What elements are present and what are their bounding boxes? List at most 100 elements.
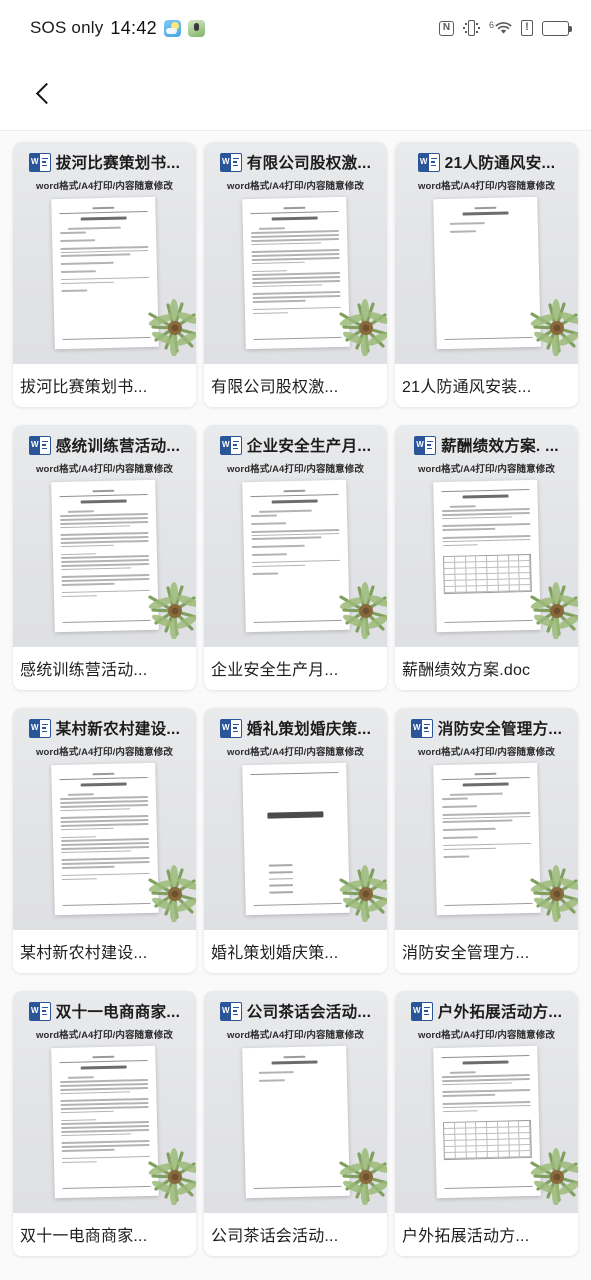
thumb-paragraph — [59, 532, 149, 549]
thumb-paragraph — [442, 1100, 531, 1114]
thumb-title-bar — [271, 499, 318, 505]
nfc-icon — [438, 20, 454, 36]
document-card[interactable]: W 感统训练营活动... word格式/A4打印/内容随意修改 感统训练营活动... — [13, 425, 196, 690]
thumb-paragraph — [252, 306, 341, 317]
document-preview[interactable]: W 感统训练营活动... word格式/A4打印/内容随意修改 — [13, 425, 196, 647]
document-card[interactable]: W 某村新农村建设... word格式/A4打印/内容随意修改 某村新农村建设... — [13, 708, 196, 973]
document-thumbnail — [50, 196, 159, 350]
document-header: W 21人防通风安... — [395, 151, 578, 173]
document-card[interactable]: W 婚礼策划婚庆策... word格式/A4打印/内容随意修改婚礼策划婚庆策... — [204, 708, 387, 973]
status-bar-left: SOS only 14:42 — [30, 18, 205, 39]
thumb-paragraph — [60, 834, 149, 855]
word-icon: W — [219, 1001, 242, 1021]
thumb-paragraph — [61, 589, 150, 600]
document-thumbnail — [432, 196, 541, 350]
thumb-title-bar — [462, 782, 509, 788]
document-filename: 户外拓展活动方... — [395, 1213, 578, 1256]
thumb-paragraph — [250, 1078, 338, 1084]
thumb-paragraph — [59, 245, 148, 259]
document-card[interactable]: W 双十一电商商家... word格式/A4打印/内容随意修改 双十一电商商家... — [13, 991, 196, 1256]
document-thumbnail-wrap — [204, 1045, 387, 1213]
wifi-icon: 6 — [489, 20, 512, 36]
document-title: 拔河比赛策划书... — [55, 155, 181, 172]
document-card[interactable]: W 有限公司股权激... word格式/A4打印/内容随意修改 有限公司股权激... — [204, 142, 387, 407]
document-preview[interactable]: W 拔河比赛策划书... word格式/A4打印/内容随意修改 — [13, 142, 196, 364]
document-preview[interactable]: W 有限公司股权激... word格式/A4打印/内容随意修改 — [204, 142, 387, 364]
document-thumbnail-wrap — [13, 196, 196, 364]
document-title: 企业安全生产月... — [246, 438, 372, 455]
document-card[interactable]: W 21人防通风安... word格式/A4打印/内容随意修改 21人防通风安装... — [395, 142, 578, 407]
battery-icon — [542, 20, 572, 36]
document-preview[interactable]: W 消防安全管理方... word格式/A4打印/内容随意修改 — [395, 708, 578, 930]
document-thumbnail — [241, 762, 350, 916]
thumb-title-bar — [271, 1060, 317, 1066]
document-filename: 感统训练营活动... — [13, 647, 196, 690]
document-card[interactable]: W 消防安全管理方... word格式/A4打印/内容随意修改 消防安全管理方... — [395, 708, 578, 973]
thumb-paragraph — [250, 249, 340, 266]
document-preview[interactable]: W 企业安全生产月... word格式/A4打印/内容随意修改 — [204, 425, 387, 647]
document-card[interactable]: W 公司茶话会活动... word格式/A4打印/内容随意修改 公司茶话会活动... — [204, 991, 387, 1256]
document-filename: 拔河比赛策划书... — [13, 364, 196, 407]
thumb-paragraph — [441, 811, 530, 825]
document-preview[interactable]: W 薪酬绩效方案. ... word格式/A4打印/内容随意修改 — [395, 425, 578, 647]
document-title: 消防安全管理方... — [437, 721, 563, 738]
document-title: 户外拓展活动方... — [437, 1004, 563, 1021]
thumb-paragraph — [250, 226, 339, 247]
document-header: W 婚礼策划婚庆策... — [204, 717, 387, 739]
document-header: W 户外拓展活动方... — [395, 1000, 578, 1022]
document-thumbnail — [50, 479, 159, 633]
document-preview[interactable]: W 公司茶话会活动... word格式/A4打印/内容随意修改 — [204, 991, 387, 1213]
thumb-title-bar — [80, 499, 127, 505]
document-filename: 婚礼策划婚庆策... — [204, 930, 387, 973]
document-filename: 公司茶话会活动... — [204, 1213, 387, 1256]
status-bar-right: 6 — [438, 20, 572, 36]
document-header: W 某村新农村建设... — [13, 717, 196, 739]
document-filename: 薪酬绩效方案.doc — [395, 647, 578, 690]
thumb-paragraph — [60, 857, 150, 870]
thumb-title-bar — [462, 494, 508, 499]
clock-label: 14:42 — [110, 17, 157, 38]
document-subtitle: word格式/A4打印/内容随意修改 — [418, 181, 555, 192]
document-card[interactable]: W 拔河比赛策划书... word格式/A4打印/内容随意修改 拔河比赛策划书... — [13, 142, 196, 407]
thumb-paragraph — [251, 268, 340, 289]
document-preview[interactable]: W 21人防通风安... word格式/A4打印/内容随意修改 — [395, 142, 578, 364]
document-filename: 有限公司股权激... — [204, 364, 387, 407]
thumb-paragraph — [441, 221, 529, 227]
document-title: 感统训练营活动... — [55, 438, 181, 455]
document-subtitle: word格式/A4打印/内容随意修改 — [227, 747, 364, 758]
carrier-label: SOS only — [30, 18, 104, 37]
thumb-paragraph — [59, 792, 148, 813]
app-bar — [0, 56, 591, 131]
document-card[interactable]: W 企业安全生产月... word格式/A4打印/内容随意修改 企业安全生产月... — [204, 425, 387, 690]
vibrate-icon — [462, 20, 480, 36]
document-card[interactable]: W 薪酬绩效方案. ... word格式/A4打印/内容随意修改 薪酬绩效方案.doc — [395, 425, 578, 690]
document-header: W 企业安全生产月... — [204, 434, 387, 456]
thumb-title-bar — [80, 1065, 127, 1071]
thumb-paragraph — [59, 1098, 149, 1115]
document-grid-scroll[interactable]: W 拔河比赛策划书... word格式/A4打印/内容随意修改 拔河比赛策划书... W… — [0, 131, 591, 1280]
wifi-waves-icon — [495, 21, 512, 34]
document-preview[interactable]: W 婚礼策划婚庆策... word格式/A4打印/内容随意修改 — [204, 708, 387, 930]
document-filename: 消防安全管理方... — [395, 930, 578, 973]
thumb-title-bar — [462, 211, 508, 217]
back-button[interactable] — [24, 71, 68, 115]
document-subtitle: word格式/A4打印/内容随意修改 — [418, 747, 555, 758]
document-preview[interactable]: W 某村新农村建设... word格式/A4打印/内容随意修改 — [13, 708, 196, 930]
thumb-paragraph — [441, 792, 529, 802]
chevron-left-icon — [35, 82, 57, 104]
document-thumbnail — [241, 479, 350, 633]
word-icon: W — [410, 718, 433, 738]
word-icon: W — [28, 435, 51, 455]
thumb-paragraph — [59, 815, 149, 832]
document-thumbnail-wrap — [395, 762, 578, 930]
word-icon: W — [219, 435, 242, 455]
document-preview[interactable]: W 户外拓展活动方... word格式/A4打印/内容随意修改 — [395, 991, 578, 1213]
word-icon: W — [28, 152, 51, 172]
document-thumbnail-wrap — [395, 1045, 578, 1213]
document-preview[interactable]: W 双十一电商商家... word格式/A4打印/内容随意修改 — [13, 991, 196, 1213]
document-card[interactable]: W 户外拓展活动方... word格式/A4打印/内容随意修改 户外拓展活动方... — [395, 991, 578, 1256]
document-thumbnail-wrap — [395, 196, 578, 364]
document-thumbnail-wrap — [13, 762, 196, 930]
thumb-field-lines — [268, 863, 341, 899]
thumb-table — [442, 554, 532, 595]
